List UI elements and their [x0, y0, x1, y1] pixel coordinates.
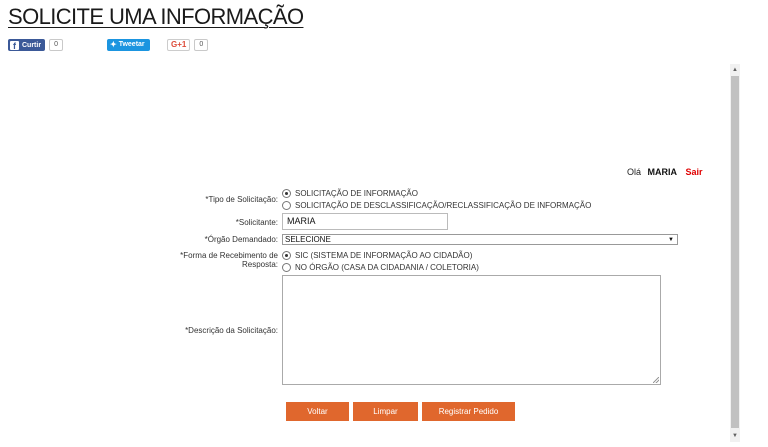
scroll-down-icon[interactable]: ▼ [730, 430, 740, 442]
descricao-label: *Descrição da Solicitação: [185, 326, 278, 335]
twitter-bird-icon: ✦ [110, 40, 117, 49]
tweet-label: Tweetar [118, 41, 145, 48]
gplus-button[interactable]: G+1 [167, 39, 191, 51]
tipo-option-label: SOLICITAÇÃO DE DESCLASSIFICAÇÃO/RECLASSI… [295, 201, 592, 210]
user-name: MARIA [647, 167, 678, 177]
orgao-label: *Órgão Demandado: [204, 235, 278, 244]
descricao-textarea[interactable] [282, 275, 661, 385]
orgao-select[interactable]: SELECIONE ▼ [282, 234, 678, 245]
solicitante-label: *Solicitante: [235, 218, 278, 227]
radio-selected-icon[interactable] [282, 251, 291, 260]
forma-label-line-2: Resposta: [241, 260, 278, 269]
greeting-text: Olá [627, 167, 642, 177]
tipo-label: *Tipo de Solicitação: [205, 195, 278, 204]
forma-label-line-1: *Forma de Recebimento de [180, 251, 278, 260]
facebook-like-button[interactable]: f Curtir [8, 39, 46, 51]
radio-selected-icon[interactable] [282, 189, 291, 198]
limpar-button[interactable]: Limpar [353, 402, 418, 421]
orgao-selected-value: SELECIONE [285, 235, 331, 244]
forma-option-sic[interactable]: SIC (SISTEMA DE INFORMAÇÃO AO CIDADÃO) [282, 251, 472, 260]
logout-link[interactable]: Sair [686, 167, 703, 177]
twitter-share[interactable]: ✦ Tweetar [107, 38, 150, 52]
user-greeting: Olá MARIA Sair [627, 167, 703, 177]
facebook-icon: f [10, 40, 19, 50]
voltar-button[interactable]: Voltar [286, 402, 349, 421]
facebook-share[interactable]: f Curtir 0 [8, 38, 63, 52]
solicitante-input[interactable] [282, 213, 448, 230]
frame-scrollbar[interactable]: ▲ ▼ [730, 64, 740, 442]
tipo-option-desclassificacao[interactable]: SOLICITAÇÃO DE DESCLASSIFICAÇÃO/RECLASSI… [282, 201, 591, 210]
tipo-option-informacao[interactable]: SOLICITAÇÃO DE INFORMAÇÃO [282, 189, 418, 198]
facebook-count: 0 [49, 39, 63, 51]
gplus-count: 0 [194, 39, 209, 51]
forma-option-label: SIC (SISTEMA DE INFORMAÇÃO AO CIDADÃO) [295, 251, 473, 260]
radio-unselected-icon[interactable] [282, 201, 291, 210]
registrar-pedido-button[interactable]: Registrar Pedido [422, 402, 515, 421]
tipo-option-label: SOLICITAÇÃO DE INFORMAÇÃO [295, 189, 418, 198]
resize-grip-icon[interactable] [653, 377, 659, 383]
radio-unselected-icon[interactable] [282, 263, 291, 272]
scroll-thumb[interactable] [731, 76, 739, 428]
scroll-up-icon[interactable]: ▲ [730, 64, 740, 76]
chevron-down-icon: ▼ [668, 237, 674, 243]
forma-option-orgao[interactable]: NO ÓRGÃO (CASA DA CIDADANIA / COLETORIA) [282, 263, 479, 272]
tweet-button[interactable]: ✦ Tweetar [107, 39, 150, 51]
forma-option-label: NO ÓRGÃO (CASA DA CIDADANIA / COLETORIA) [295, 263, 479, 272]
gplus-share[interactable]: G+1 0 [167, 38, 209, 52]
page-title: SOLICITE UMA INFORMAÇÃO [8, 4, 304, 29]
facebook-like-label: Curtir [22, 41, 42, 49]
forma-label: *Forma de Recebimento de Resposta: [160, 251, 278, 269]
